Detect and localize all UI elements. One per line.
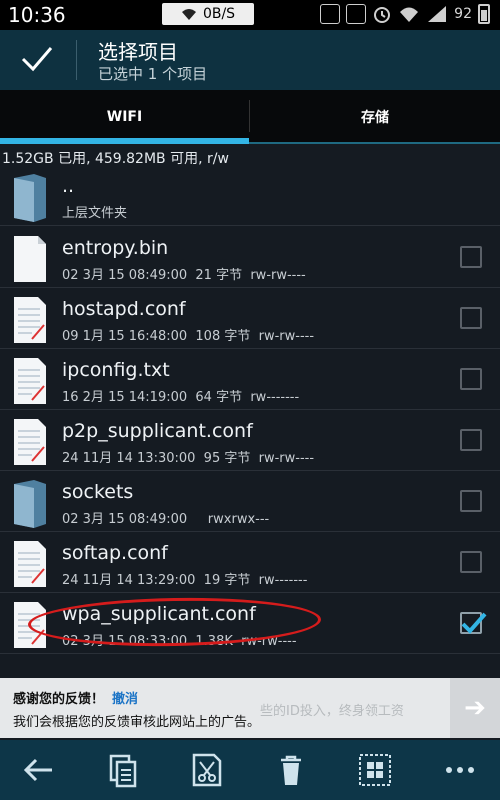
wifi-status-icon [181, 9, 196, 20]
text-file-icon [14, 602, 46, 648]
file-meta: 24 11月 14 13:29:00 19 字节 rw------- [62, 573, 308, 588]
text-file-icon [14, 541, 46, 587]
folder-icon [14, 480, 46, 528]
action-bar-divider [76, 40, 77, 80]
list-item-hostapd-conf[interactable]: hostapd.conf 09 1月 15 16:48:00 108 字节 rw… [0, 288, 500, 349]
network-speed: 0B/S [202, 6, 236, 22]
select-checkbox[interactable] [460, 368, 482, 390]
list-item-entropy-bin[interactable]: entropy.bin 02 3月 15 08:49:00 21 字节 rw-r… [0, 227, 500, 288]
text-file-icon [14, 297, 46, 343]
done-check-icon[interactable] [20, 44, 54, 74]
tab-storage[interactable]: 存储 [250, 90, 500, 144]
arrow-right-icon: ➔ [464, 693, 486, 723]
image-notification-icon [346, 4, 367, 24]
file-meta: 24 11月 14 13:30:00 95 字节 rw-rw---- [62, 451, 315, 466]
list-item-p2p-supplicant-conf[interactable]: p2p_supplicant.conf 24 11月 14 13:30:00 9… [0, 410, 500, 471]
text-file-icon [14, 358, 46, 404]
select-checkbox[interactable] [460, 246, 482, 268]
file-meta: 上层文件夹 [62, 206, 128, 221]
file-name: entropy.bin [62, 237, 169, 259]
tab-bar: WIFI 存储 [0, 90, 500, 144]
list-item-softap-conf[interactable]: softap.conf 24 11月 14 13:29:00 19 字节 rw-… [0, 532, 500, 593]
list-item-sockets[interactable]: sockets 02 3月 15 08:49:00 rwxrwx--- [0, 471, 500, 532]
select-checkbox[interactable] [460, 307, 482, 329]
file-meta: 09 1月 15 16:48:00 108 字节 rw-rw---- [62, 329, 315, 344]
alarm-icon [374, 7, 391, 23]
select-all-icon[interactable] [357, 752, 393, 788]
folder-icon [14, 174, 46, 222]
ad-arrow-button[interactable]: ➔ [450, 678, 500, 738]
list-item-ipconfig-txt[interactable]: ipconfig.txt 16 2月 15 14:19:00 64 字节 rw-… [0, 349, 500, 410]
file-name: wpa_supplicant.conf [62, 603, 256, 625]
network-speed-indicator: 0B/S [162, 3, 254, 25]
select-checkbox[interactable] [460, 490, 482, 512]
ad-ghost-text: 些的ID投入，终身领工资 [260, 704, 404, 719]
file-name: ipconfig.txt [62, 359, 170, 381]
tab-underline [249, 142, 500, 144]
select-checkbox-checked[interactable] [460, 612, 487, 634]
copy-icon[interactable] [105, 752, 141, 788]
ad-feedback-banner: 些的ID投入，终身领工资 感谢您的反馈！ 撤消 我们会根据您的反馈审核此网站上的… [0, 678, 500, 738]
bottom-toolbar [0, 740, 500, 800]
select-checkbox[interactable] [460, 429, 482, 451]
file-meta: 02 3月 15 08:49:00 21 字节 rw-rw---- [62, 268, 306, 283]
signal-icon [428, 6, 447, 22]
file-name: p2p_supplicant.conf [62, 420, 253, 442]
file-name: sockets [62, 481, 134, 503]
file-meta: 02 3月 15 08:33:00 1.38K rw-rw---- [62, 634, 297, 649]
feedback-thanks-text: 感谢您的反馈！ [13, 692, 105, 707]
row-divider [0, 653, 500, 654]
text-file-icon [14, 419, 46, 465]
wifi-icon [400, 7, 419, 22]
undo-link[interactable]: 撤消 [112, 688, 138, 707]
action-bar-title: 选择项目 [98, 40, 178, 64]
list-item-parent-folder[interactable]: .. 上层文件夹 [0, 165, 500, 226]
file-meta: 02 3月 15 08:49:00 rwxrwx--- [62, 512, 270, 527]
action-bar: 选择项目 已选中 1 个项目 [0, 30, 500, 90]
battery-level: 92 [454, 6, 472, 22]
tab-wifi[interactable]: WIFI [0, 90, 249, 144]
row-divider [0, 225, 500, 226]
file-name: .. [62, 175, 75, 197]
list-item-wpa-supplicant-conf[interactable]: wpa_supplicant.conf 02 3月 15 08:33:00 1.… [0, 593, 500, 654]
feedback-review-text: 我们会根据您的反馈审核此网站上的广告。 [13, 715, 261, 730]
clock: 10:36 [8, 3, 66, 27]
file-icon [14, 236, 46, 282]
notification-icon [320, 4, 341, 24]
file-name: softap.conf [62, 542, 168, 564]
file-meta: 16 2月 15 14:19:00 64 字节 rw------- [62, 390, 300, 405]
cut-icon[interactable] [190, 752, 226, 788]
more-icon[interactable] [442, 752, 478, 788]
checkmark-icon [461, 612, 487, 634]
battery-icon [478, 4, 490, 24]
status-icons: 92 [320, 4, 490, 24]
delete-icon[interactable] [273, 752, 309, 788]
file-name: hostapd.conf [62, 298, 186, 320]
select-checkbox[interactable] [460, 551, 482, 573]
tab-indicator [0, 138, 249, 144]
selection-count: 已选中 1 个项目 [98, 65, 208, 83]
back-arrow-icon[interactable] [20, 752, 56, 788]
status-bar: 10:36 0B/S 92 [0, 0, 500, 30]
